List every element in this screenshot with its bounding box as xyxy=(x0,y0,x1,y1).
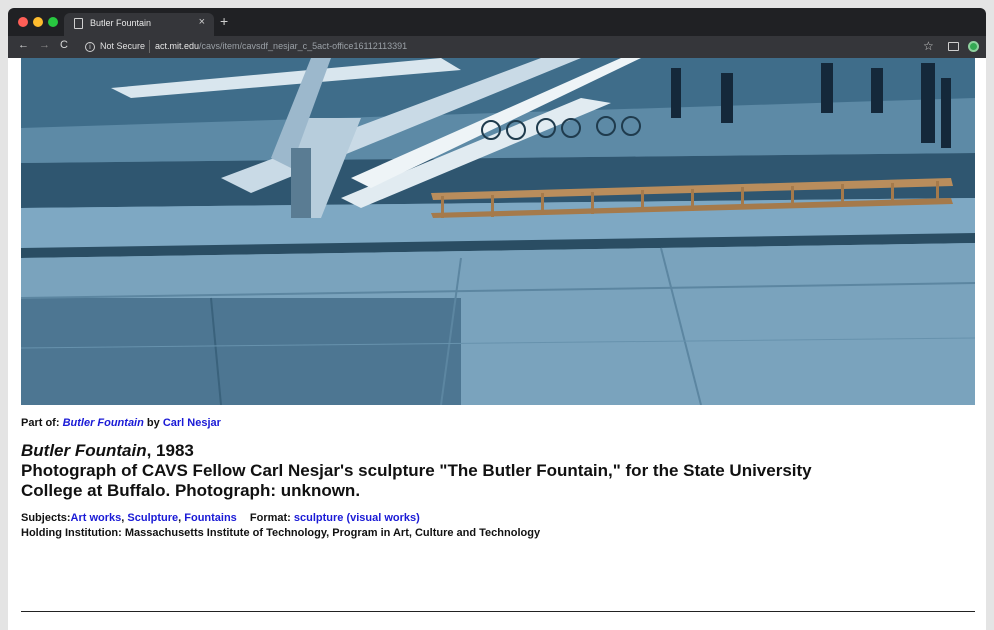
item-title-text: Butler Fountain xyxy=(21,441,147,460)
document-icon xyxy=(74,18,83,29)
part-of-line: Part of: Butler Fountain by Carl Nesjar xyxy=(21,417,975,429)
subject-link-fountains[interactable]: Fountains xyxy=(184,512,237,524)
item-metadata: Subjects:Art works, Sculpture, Fountains… xyxy=(21,511,975,541)
subjects-format-line: Subjects:Art works, Sculpture, Fountains… xyxy=(21,511,975,526)
page-viewport: Part of: Butler Fountain by Carl Nesjar … xyxy=(8,58,986,630)
address-separator xyxy=(149,40,150,53)
item-details: Part of: Butler Fountain by Carl Nesjar … xyxy=(21,417,975,541)
minimize-window-button[interactable] xyxy=(33,17,43,27)
format-link[interactable]: sculpture (visual works) xyxy=(294,512,420,524)
cast-icon[interactable] xyxy=(948,42,959,51)
subject-link-sculpture[interactable]: Sculpture xyxy=(127,512,178,524)
format-label: Format: xyxy=(249,512,291,524)
bookmark-star-icon[interactable]: ☆ xyxy=(923,39,934,53)
subject-separator: , xyxy=(121,512,125,524)
address-bar[interactable]: act.mit.edu/cavs/item/cavsdf_nesjar_c_5a… xyxy=(155,41,407,51)
item-year: , 1983 xyxy=(146,441,194,460)
artist-link[interactable]: Carl Nesjar xyxy=(163,417,221,429)
holding-institution-line: Holding Institution: Massachusetts Insti… xyxy=(21,526,975,541)
reload-icon[interactable]: C xyxy=(60,39,68,51)
extension-icon[interactable] xyxy=(968,41,979,52)
by-label: by xyxy=(146,417,160,429)
holding-label: Holding Institution: xyxy=(21,527,122,539)
url-path: /cavs/item/cavsdf_nesjar_c_5act-office16… xyxy=(199,41,408,51)
item-description: Photograph of CAVS Fellow Carl Nesjar's … xyxy=(21,461,812,500)
subject-link-art-works[interactable]: Art works xyxy=(71,512,122,524)
part-of-label: Part of: xyxy=(21,417,60,429)
tab-butler-fountain[interactable]: Butler Fountain × xyxy=(64,13,214,36)
new-tab-button[interactable]: + xyxy=(220,14,228,28)
holding-value: Massachusetts Institute of Technology, P… xyxy=(124,527,541,539)
footer-divider xyxy=(21,611,975,612)
fountain-photo-graphic xyxy=(21,58,975,405)
info-icon[interactable]: i xyxy=(85,42,95,52)
back-icon[interactable]: ← xyxy=(18,39,29,51)
close-window-button[interactable] xyxy=(18,17,28,27)
item-title: Butler Fountain, 1983 xyxy=(21,441,975,461)
forward-icon[interactable]: → xyxy=(39,39,50,51)
tab-strip: Butler Fountain × + xyxy=(8,8,986,36)
tab-title: Butler Fountain xyxy=(90,18,152,28)
subjects-label: Subjects: xyxy=(21,512,71,524)
maximize-window-button[interactable] xyxy=(48,17,58,27)
subject-separator: , xyxy=(178,512,182,524)
fountain-photo xyxy=(21,58,975,405)
collection-link[interactable]: Butler Fountain xyxy=(63,417,144,429)
browser-chrome: Butler Fountain × + ← → C i Not Secure a… xyxy=(8,8,986,58)
browser-toolbar: ← → C i Not Secure act.mit.edu/cavs/item… xyxy=(8,36,986,58)
url-host: act.mit.edu xyxy=(155,41,200,51)
security-label[interactable]: Not Secure xyxy=(100,41,145,51)
close-tab-icon[interactable]: × xyxy=(199,16,205,28)
browser-window: Butler Fountain × + ← → C i Not Secure a… xyxy=(0,0,994,630)
